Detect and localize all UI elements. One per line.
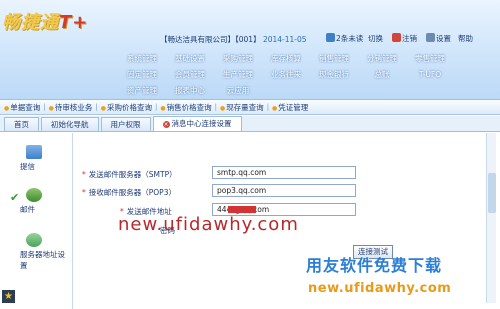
switch-button[interactable]: 切换 <box>368 33 383 45</box>
help-label: 帮助 <box>458 34 473 43</box>
reminder-icon <box>26 145 42 159</box>
quick-item[interactable]: 待审核业务 <box>49 102 93 113</box>
menu-item[interactable]: 云应用 <box>214 84 262 98</box>
login-date: 2014-11-05 <box>262 35 307 44</box>
quick-separator: | <box>154 103 158 111</box>
server-at-icon <box>26 233 42 247</box>
nav-item-label: 服务器地址设置 <box>20 250 65 270</box>
logout-icon <box>392 33 401 42</box>
logout-label: 注销 <box>402 34 417 43</box>
watermark-url: new.ufidawhy.com <box>118 214 299 235</box>
redaction-mark <box>228 206 256 213</box>
module-menu-row-1: 系统管理 基础设置 采购管理 库存核算 销售管理 分销管理 零售管理 <box>118 52 498 66</box>
mail-at-icon <box>26 188 42 202</box>
quick-item[interactable]: 凭证管理 <box>272 102 308 113</box>
company-info: 【畅达洁具有限公司】【001】 2014-11-05 <box>160 34 307 45</box>
quick-separator: | <box>95 103 98 111</box>
menu-item[interactable]: 零售管理 <box>406 52 454 66</box>
watermark-slogan: 用友软件免费下载 <box>306 256 443 275</box>
menu-item[interactable]: 分销管理 <box>358 52 406 66</box>
scroll-thumb[interactable] <box>488 173 496 213</box>
menu-item[interactable]: 采购管理 <box>214 52 262 66</box>
mail-icon <box>326 33 335 42</box>
nav-item-label: 提信 <box>20 162 35 171</box>
logout-button[interactable]: 注销 <box>392 33 417 45</box>
app-header: 畅捷通T+ 【畅达洁具有限公司】【001】 2014-11-05 2条未读 切换… <box>0 0 500 100</box>
app-logo: 畅捷通T+ <box>2 8 88 34</box>
tab-label: 消息中心连接设置 <box>171 119 232 128</box>
menu-item[interactable]: 销售管理 <box>310 52 358 66</box>
menu-item[interactable]: 会员管理 <box>166 68 214 82</box>
menu-item[interactable]: 现金银行 <box>310 68 358 82</box>
menu-item[interactable]: 生产管理 <box>214 68 262 82</box>
close-icon[interactable]: × <box>162 121 170 128</box>
tab-message-center-settings[interactable]: × 消息中心连接设置 <box>152 116 242 131</box>
tab-init-guide[interactable]: 初始化导航 <box>41 117 99 131</box>
smtp-label: 发送邮件服务器（SMTP） <box>82 169 177 180</box>
tab-label: 用户权限 <box>110 120 141 129</box>
smtp-input[interactable]: smtp.qq.com <box>212 166 356 179</box>
menu-item[interactable]: 系统管理 <box>118 52 166 66</box>
quick-access-bar: 单据查询| 待审核业务| 采购价格查询| 销售价格查询| 现存量查询| 凭证管理 <box>0 100 500 115</box>
help-button[interactable]: 帮助 <box>458 33 473 45</box>
logo-suffix: T+ <box>59 12 89 33</box>
tab-label: 初始化导航 <box>51 120 89 129</box>
nav-item-reminder[interactable]: 提信 <box>20 145 70 172</box>
logo-text: 畅捷通 <box>2 12 59 33</box>
menu-item[interactable]: 资产管理 <box>118 84 166 98</box>
pop3-label: 接收邮件服务器（POP3） <box>82 187 176 198</box>
company-name: 【畅达洁具有限公司】【001】 <box>160 35 261 44</box>
module-menu-row-2: 固定管理 会员管理 生产管理 业务往来 现金银行 总账 T-UFO <box>118 68 498 82</box>
quick-separator: | <box>214 103 217 111</box>
module-menu-row-3: 资产管理 报表中心 云应用 <box>118 84 498 98</box>
menu-item[interactable]: 基础设置 <box>166 52 214 66</box>
switch-label: 切换 <box>368 34 383 43</box>
quick-separator: | <box>43 103 46 111</box>
nav-item-label: 邮件 <box>20 205 35 214</box>
menu-item[interactable]: 业务往来 <box>262 68 310 82</box>
quick-item[interactable]: 采购价格查询 <box>101 102 152 113</box>
left-nav-panel: 提信 ✔ 邮件 服务器地址设置 <box>0 133 73 309</box>
check-icon: ✔ <box>10 191 20 204</box>
menu-item[interactable]: 总账 <box>358 68 406 82</box>
tab-user-permissions[interactable]: 用户权限 <box>100 117 151 131</box>
nav-item-server[interactable]: 服务器地址设置 <box>20 233 70 271</box>
pop3-input[interactable]: pop3.qq.com <box>212 184 356 197</box>
quick-separator: | <box>266 103 270 111</box>
tab-bar: 首页 初始化导航 用户权限 × 消息中心连接设置 <box>0 116 500 132</box>
nav-item-mail[interactable]: 邮件 <box>20 188 70 215</box>
tab-label: 首页 <box>14 120 29 129</box>
menu-item[interactable]: 库存核算 <box>262 52 310 66</box>
quick-item[interactable]: 销售价格查询 <box>160 102 212 113</box>
menu-item[interactable]: 报表中心 <box>166 84 214 98</box>
vertical-scrollbar[interactable] <box>486 133 496 303</box>
gear-icon <box>426 33 435 42</box>
notice-label: 2条未读 <box>336 34 364 43</box>
settings-label: 设置 <box>436 34 451 43</box>
notice-button[interactable]: 2条未读 <box>326 33 363 45</box>
quick-item[interactable]: 单据查询 <box>4 102 40 113</box>
tab-home[interactable]: 首页 <box>4 117 39 131</box>
favorites-star-icon[interactable]: ★ <box>2 290 15 303</box>
quick-item[interactable]: 现存量查询 <box>220 102 264 113</box>
menu-item[interactable]: 固定管理 <box>118 68 166 82</box>
menu-item[interactable]: T-UFO <box>406 68 454 82</box>
settings-button[interactable]: 设置 <box>426 33 451 45</box>
watermark-url-secondary: new.ufidawhy.com <box>308 281 452 296</box>
